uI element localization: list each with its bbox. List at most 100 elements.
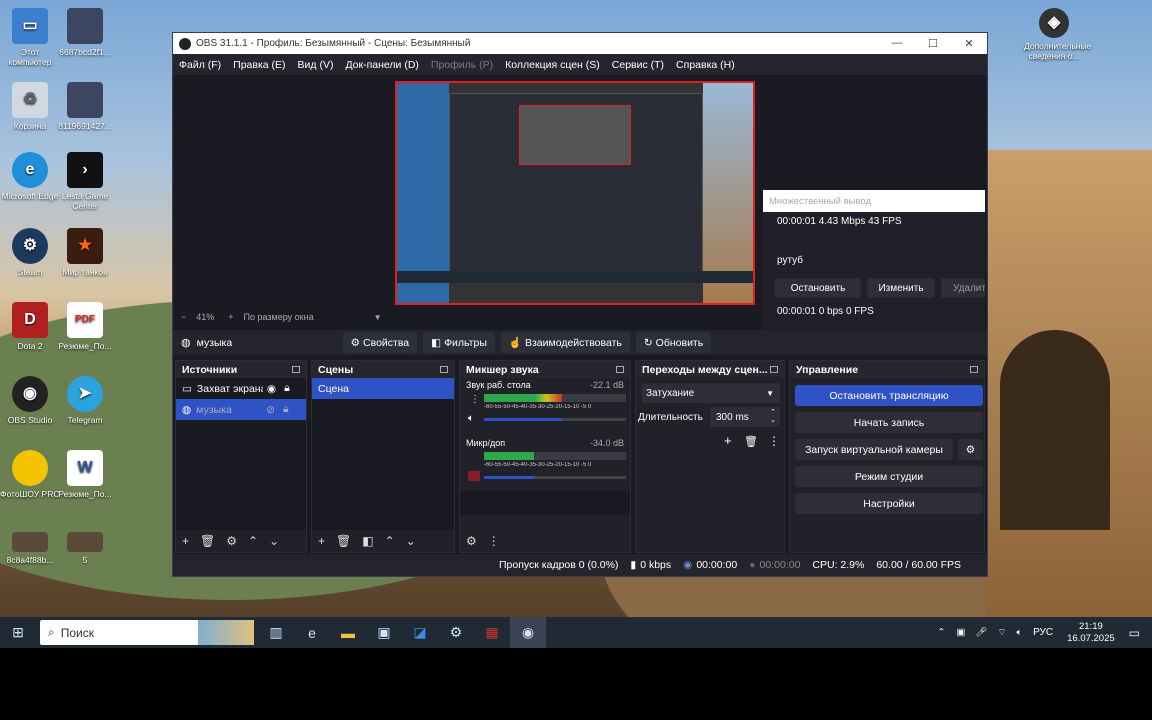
source-item[interactable]: ▭ Захват экрана ◉ 🔒︎ — [176, 378, 306, 399]
microphone-icon[interactable]: 🎤︎ — [975, 627, 987, 638]
spin-icon[interactable]: ⌃ ⌄ — [770, 409, 776, 425]
studio-mode-button[interactable]: Режим студии — [795, 466, 983, 487]
stop-output-button[interactable]: Остановить — [775, 278, 861, 298]
more-vert-icon[interactable]: ⋮ — [470, 394, 480, 405]
speaker-icon[interactable]: 🔈︎ — [468, 413, 474, 424]
zoom-mode-select[interactable]: По размеру окна — [244, 312, 314, 322]
trash-icon[interactable]: 🗑︎ — [200, 534, 215, 548]
close-icon[interactable]: ✕ — [951, 37, 987, 50]
desktop-icon-file[interactable]: 6687bcd2f1... — [55, 8, 115, 57]
trash-icon[interactable]: 🗑︎ — [744, 435, 758, 448]
desktop-icon-fotoshow[interactable]: ФотоШОУ PRO — [0, 450, 60, 499]
undock-icon[interactable] — [970, 366, 978, 373]
desktop-icon-file[interactable]: 8119691427... — [55, 82, 115, 131]
outlook-icon[interactable]: ◪ — [402, 617, 438, 648]
volume-icon[interactable]: 🔈︎ — [1016, 627, 1022, 638]
clock[interactable]: 21:19 16.07.2025 — [1059, 621, 1123, 645]
eye-icon[interactable]: ◉ — [267, 383, 276, 395]
source-item[interactable]: ◍ музыка ⊘ 🔒︎ — [176, 399, 306, 420]
undock-icon[interactable] — [770, 366, 778, 373]
undock-icon[interactable] — [616, 366, 624, 373]
chevron-up-icon[interactable]: ⌃ — [937, 627, 945, 638]
edit-output-button[interactable]: Изменить — [867, 278, 935, 298]
desktop-icon-obs[interactable]: ◉ OBS Studio — [0, 376, 60, 425]
windows-start-icon[interactable]: ⊞ — [0, 617, 36, 648]
menu-help[interactable]: Справка (H) — [670, 59, 741, 71]
desktop-icon-file[interactable]: 5 — [55, 532, 115, 565]
virtual-camera-button[interactable]: Запуск виртуальной камеры — [795, 439, 953, 460]
dota-icon[interactable]: ▦ — [474, 617, 510, 648]
chevron-up-icon[interactable]: ⌃ — [385, 534, 395, 548]
properties-button[interactable]: ⚙ Свойства — [342, 332, 418, 353]
desktop-icon-word[interactable]: W Резюме_По... — [55, 450, 115, 499]
desktop-icon-this-pc[interactable]: ▭ Этот компьютер — [0, 8, 60, 67]
menu-profile[interactable]: Профиль (P) — [425, 59, 499, 71]
volume-slider[interactable] — [484, 476, 626, 479]
program-preview[interactable] — [395, 81, 755, 305]
steam-icon[interactable]: ⚙ — [438, 617, 474, 648]
filters-button[interactable]: ◧ Фильтры — [423, 332, 495, 353]
undock-icon[interactable] — [292, 366, 300, 373]
search-box[interactable]: ⌕ Поиск — [40, 620, 254, 645]
tray-app-icon[interactable]: ▣ — [956, 627, 965, 638]
menu-edit[interactable]: Правка (E) — [227, 59, 291, 71]
add-icon[interactable]: + — [724, 433, 732, 448]
desktop-icon-telegram[interactable]: ➤ Telegram — [55, 376, 115, 425]
desktop-icon-recycle-bin[interactable]: ♻ Корзина — [0, 82, 60, 131]
add-icon[interactable]: + — [182, 534, 189, 548]
menu-view[interactable]: Вид (V) — [292, 59, 340, 71]
desktop-icon-lesta[interactable]: › Lesta Game Center — [55, 152, 115, 211]
chevron-up-icon[interactable]: ⌃ — [248, 534, 258, 548]
menu-scene-collection[interactable]: Коллекция сцен (S) — [499, 59, 606, 71]
chevron-down-icon[interactable]: ⌄ — [269, 534, 279, 548]
scene-item[interactable]: Сцена — [312, 378, 454, 399]
trash-icon[interactable]: 🗑︎ — [336, 534, 351, 548]
obs-icon[interactable]: ◉ — [510, 617, 546, 648]
input-language[interactable]: РУС — [1033, 627, 1053, 638]
volume-slider[interactable] — [484, 418, 626, 421]
transition-type-select[interactable]: Затухание ▼ — [642, 383, 780, 403]
chevron-down-icon[interactable]: ⌄ — [406, 534, 416, 548]
store-icon[interactable]: ▣ — [366, 617, 402, 648]
settings-button[interactable]: Настройки — [795, 493, 983, 514]
notification-icon[interactable]: ▭ — [1129, 626, 1140, 640]
undock-icon[interactable] — [440, 366, 448, 373]
desktop-icon-pdf[interactable]: PDF Резюме_По... — [55, 302, 115, 351]
more-vert-icon[interactable]: ⋮ — [768, 434, 780, 448]
desktop-icon-more-info[interactable]: ◈ Дополнительные сведения о... — [1024, 8, 1091, 61]
lock-icon[interactable]: 🔒︎ — [283, 403, 289, 416]
edge-icon[interactable]: e — [294, 617, 330, 648]
desktop-icon-edge[interactable]: e Microsoft Edge — [0, 152, 60, 201]
task-view-icon[interactable]: ▥ — [258, 617, 294, 648]
gear-icon[interactable]: ⚙ — [226, 534, 237, 548]
chevron-down-icon[interactable]: ▼ — [374, 313, 382, 322]
menu-tools[interactable]: Сервис (T) — [606, 59, 670, 71]
duration-input[interactable]: 300 ms ⌃ ⌄ — [710, 407, 780, 427]
add-icon[interactable]: + — [318, 534, 325, 548]
start-record-button[interactable]: Начать запись — [795, 412, 983, 433]
stop-stream-button[interactable]: Остановить трансляцию — [795, 385, 983, 406]
zoom-out-button[interactable]: − — [181, 312, 186, 322]
preview-landscape — [703, 83, 753, 303]
gear-icon[interactable]: ⚙ — [958, 439, 983, 460]
mic-muted-icon[interactable] — [468, 471, 480, 481]
desktop-icon-dota[interactable]: D Dota 2 — [0, 302, 60, 351]
minimize-icon[interactable]: — — [879, 37, 915, 50]
filter-icon[interactable]: ◧ — [362, 534, 373, 548]
mixer-settings-icon[interactable]: ⚙ — [466, 534, 477, 548]
interact-button[interactable]: ☝ Взаимодействовать — [500, 332, 630, 353]
desktop-icon-steam[interactable]: ⚙ Steam — [0, 228, 60, 277]
eye-hidden-icon[interactable]: ⊘ — [266, 404, 275, 416]
file-explorer-icon[interactable]: ▬ — [330, 617, 366, 648]
desktop-icon-tanks[interactable]: ★ Мир танков — [55, 228, 115, 277]
more-vert-icon[interactable]: ⋮ — [488, 534, 500, 548]
menu-docks[interactable]: Док-панели (D) — [339, 59, 424, 71]
desktop-icon-file[interactable]: 8c8a4f88b... — [0, 532, 60, 565]
refresh-button[interactable]: ↻ Обновить — [635, 332, 712, 353]
menu-file[interactable]: Файл (F) — [173, 59, 227, 71]
zoom-in-button[interactable]: + — [228, 312, 233, 322]
maximize-icon[interactable]: ☐ — [915, 37, 951, 50]
delete-output-button[interactable]: Удалить — [941, 278, 985, 298]
lock-icon[interactable]: 🔒︎ — [284, 382, 290, 395]
wifi-icon[interactable]: ⌔ — [997, 627, 1006, 638]
